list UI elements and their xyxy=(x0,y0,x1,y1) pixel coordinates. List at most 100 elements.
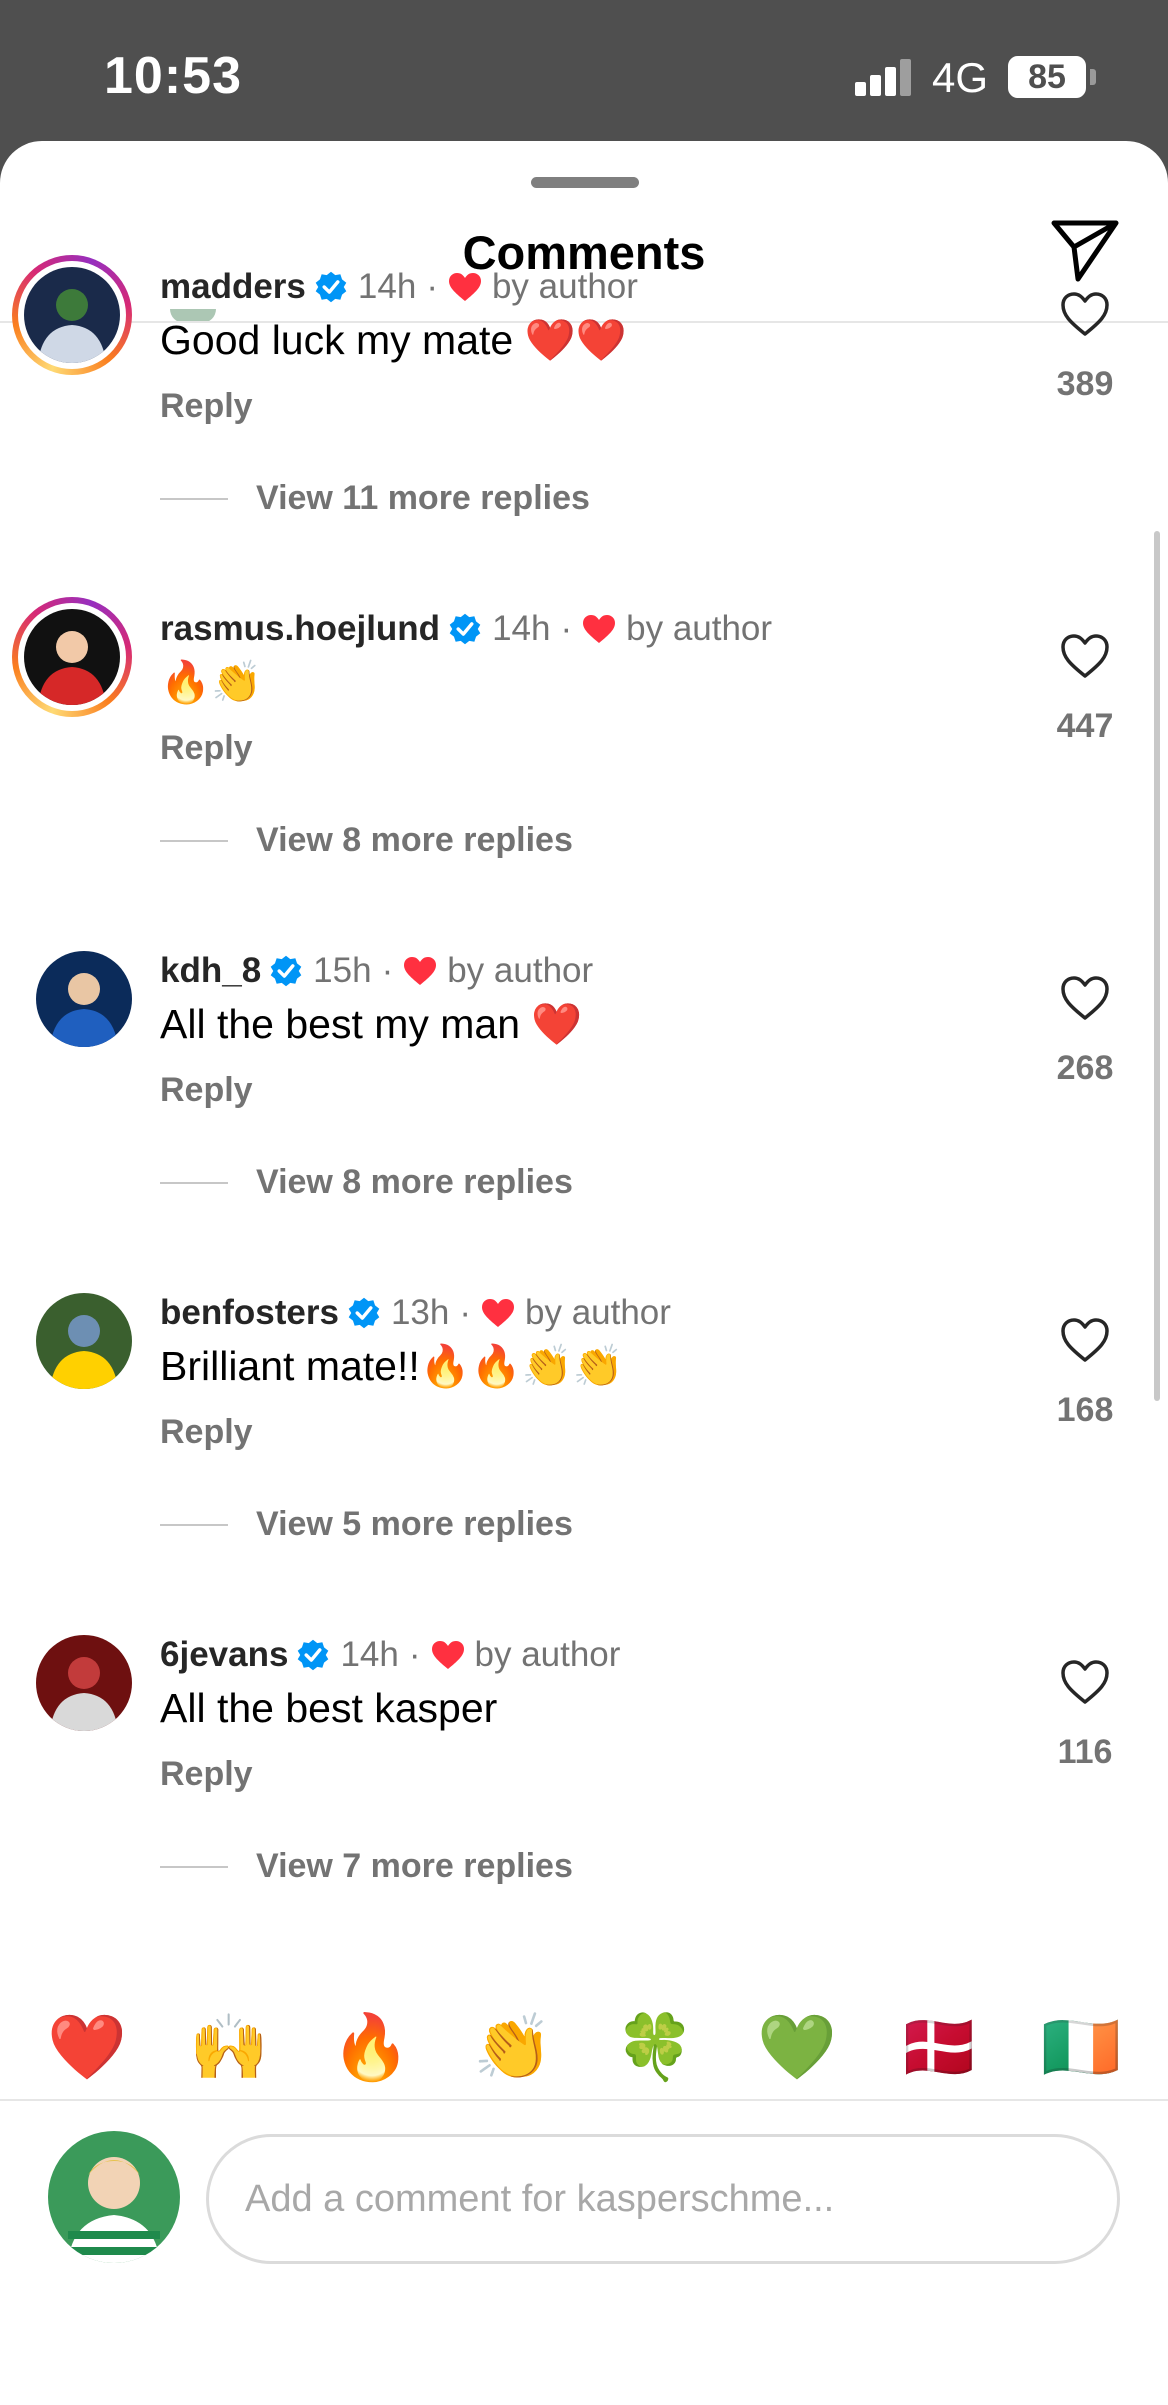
emoji-fire[interactable]: 🔥 xyxy=(326,2002,416,2092)
author-heart-icon xyxy=(583,615,616,643)
reply-button[interactable]: Reply xyxy=(160,387,253,426)
emoji-red-heart[interactable]: ❤️ xyxy=(42,2002,132,2092)
comment-meta: kdh_8 15h · by author xyxy=(160,951,593,991)
commenter-avatar[interactable] xyxy=(36,1635,132,1731)
author-heart-icon xyxy=(482,1299,514,1327)
battery-level: 85 xyxy=(1028,58,1066,96)
emoji-green-heart[interactable]: 💚 xyxy=(752,2002,842,2092)
comment-text: All the best my man ❤️ xyxy=(160,1001,583,1047)
commenter-avatar[interactable] xyxy=(36,1293,132,1389)
composer-divider xyxy=(0,2099,1168,2101)
story-ring[interactable] xyxy=(12,255,132,375)
commenter-avatar[interactable] xyxy=(24,609,120,705)
comment-input[interactable] xyxy=(206,2134,1120,2264)
liked-by-author: by author xyxy=(474,1635,621,1674)
reply-button[interactable]: Reply xyxy=(160,1755,253,1794)
verified-badge-icon xyxy=(348,1297,380,1329)
liked-by-author: by author xyxy=(525,1293,671,1332)
comment-meta: madders 14h · by author xyxy=(160,267,638,307)
status-time: 10:53 xyxy=(104,47,242,105)
view-replies-button[interactable]: View 7 more replies xyxy=(160,1847,573,1886)
verified-badge-icon xyxy=(315,271,347,303)
battery-icon: 85 xyxy=(1008,56,1086,98)
commenter-avatar[interactable] xyxy=(36,951,132,1047)
comment-username[interactable]: kdh_8 xyxy=(160,951,261,991)
author-heart-icon xyxy=(431,1641,464,1669)
author-heart-icon xyxy=(448,273,481,301)
replies-line xyxy=(160,1181,228,1184)
emoji-four-leaf-clover[interactable]: 🍀 xyxy=(610,2002,700,2092)
emoji-denmark-flag[interactable]: 🇩🇰 xyxy=(894,2002,984,2092)
emoji-raising-hands[interactable]: 🙌 xyxy=(184,2002,274,2092)
meta-separator: · xyxy=(426,267,438,306)
liked-by-author: by author xyxy=(491,267,638,306)
quick-emoji-bar: ❤️ 🙌 🔥 👏 🍀 💚 🇩🇰 🇮🇪 xyxy=(0,2002,1168,2092)
comment-item: benfosters 13h · by author Brilliant mat… xyxy=(0,1281,1168,1621)
comment-username[interactable]: 6jevans xyxy=(160,1635,288,1675)
comment-text: 🔥👏 xyxy=(160,659,263,705)
comment-time: 14h xyxy=(357,267,417,306)
like-heart-icon[interactable] xyxy=(1060,975,1110,1021)
comment-item: 6jevans 14h · by author All the best kas… xyxy=(0,1623,1168,1963)
view-replies-button[interactable]: View 11 more replies xyxy=(160,479,590,518)
like-count: 389 xyxy=(1056,365,1114,403)
sheet-grabber[interactable] xyxy=(531,177,639,188)
like-count: 116 xyxy=(1057,1733,1113,1771)
reply-button[interactable]: Reply xyxy=(160,729,253,768)
like-count: 268 xyxy=(1056,1049,1114,1087)
meta-separator: · xyxy=(459,1293,471,1332)
comment-username[interactable]: rasmus.hoejlund xyxy=(160,609,440,649)
comment-time: 15h xyxy=(313,951,372,990)
view-replies-label: View 8 more replies xyxy=(256,1163,573,1201)
comment-text: All the best kasper xyxy=(160,1685,498,1731)
reply-button[interactable]: Reply xyxy=(160,1413,253,1452)
meta-separator: · xyxy=(560,609,573,648)
view-replies-button[interactable]: View 5 more replies xyxy=(160,1505,573,1544)
like-heart-icon[interactable] xyxy=(1060,291,1110,337)
comment-item: kdh_8 15h · by author All the best my ma… xyxy=(0,939,1168,1279)
commenter-avatar[interactable] xyxy=(24,267,120,363)
comment-meta: benfosters 13h · by author xyxy=(160,1293,671,1333)
comment-meta: 6jevans 14h · by author xyxy=(160,1635,620,1675)
comment-time: 14h xyxy=(340,1635,399,1674)
story-ring[interactable] xyxy=(12,597,132,717)
view-replies-label: View 11 more replies xyxy=(256,479,590,517)
reply-button[interactable]: Reply xyxy=(160,1071,253,1110)
emoji-clapping-hands[interactable]: 👏 xyxy=(468,2002,558,2092)
comment-time: 13h xyxy=(390,1293,450,1332)
view-replies-button[interactable]: View 8 more replies xyxy=(160,821,573,860)
comment-item: madders 14h · by author Good luck my mat… xyxy=(0,255,1168,595)
liked-by-author: by author xyxy=(447,951,594,990)
view-replies-label: View 5 more replies xyxy=(256,1505,573,1543)
meta-separator: · xyxy=(408,1635,421,1674)
comment-username[interactable]: madders xyxy=(160,267,306,307)
replies-line xyxy=(160,839,228,842)
verified-badge-icon xyxy=(298,1639,329,1671)
view-replies-label: View 7 more replies xyxy=(256,1847,573,1885)
comment-username[interactable]: benfosters xyxy=(160,1293,339,1333)
comment-meta: rasmus.hoejlund 14h · by author xyxy=(160,609,772,649)
comment-time: 14h xyxy=(492,609,551,648)
current-user-avatar xyxy=(48,2131,180,2263)
meta-separator: · xyxy=(381,951,394,990)
view-replies-button[interactable]: View 8 more replies xyxy=(160,1163,573,1202)
liked-by-author: by author xyxy=(626,609,773,648)
comment-text: Good luck my mate ❤️❤️ xyxy=(160,317,627,363)
comment-item: rasmus.hoejlund 14h · by author 🔥👏 Reply… xyxy=(0,597,1168,937)
emoji-ireland-flag[interactable]: 🇮🇪 xyxy=(1036,2002,1126,2092)
like-count: 168 xyxy=(1056,1391,1114,1429)
replies-line xyxy=(160,497,228,500)
signal-icon xyxy=(855,56,915,96)
status-bar: 10:53 4G 85 xyxy=(0,0,1168,150)
battery-nub xyxy=(1090,69,1096,85)
like-heart-icon[interactable] xyxy=(1060,633,1110,679)
like-heart-icon[interactable] xyxy=(1060,1317,1110,1363)
like-heart-icon[interactable] xyxy=(1060,1659,1110,1705)
replies-line xyxy=(160,1523,228,1526)
network-type: 4G xyxy=(932,54,989,101)
verified-badge-icon xyxy=(449,613,481,645)
comment-text: Brilliant mate!!🔥🔥👏👏 xyxy=(160,1343,624,1389)
view-replies-label: View 8 more replies xyxy=(256,821,573,859)
like-count: 447 xyxy=(1056,707,1114,745)
verified-badge-icon xyxy=(270,955,302,987)
